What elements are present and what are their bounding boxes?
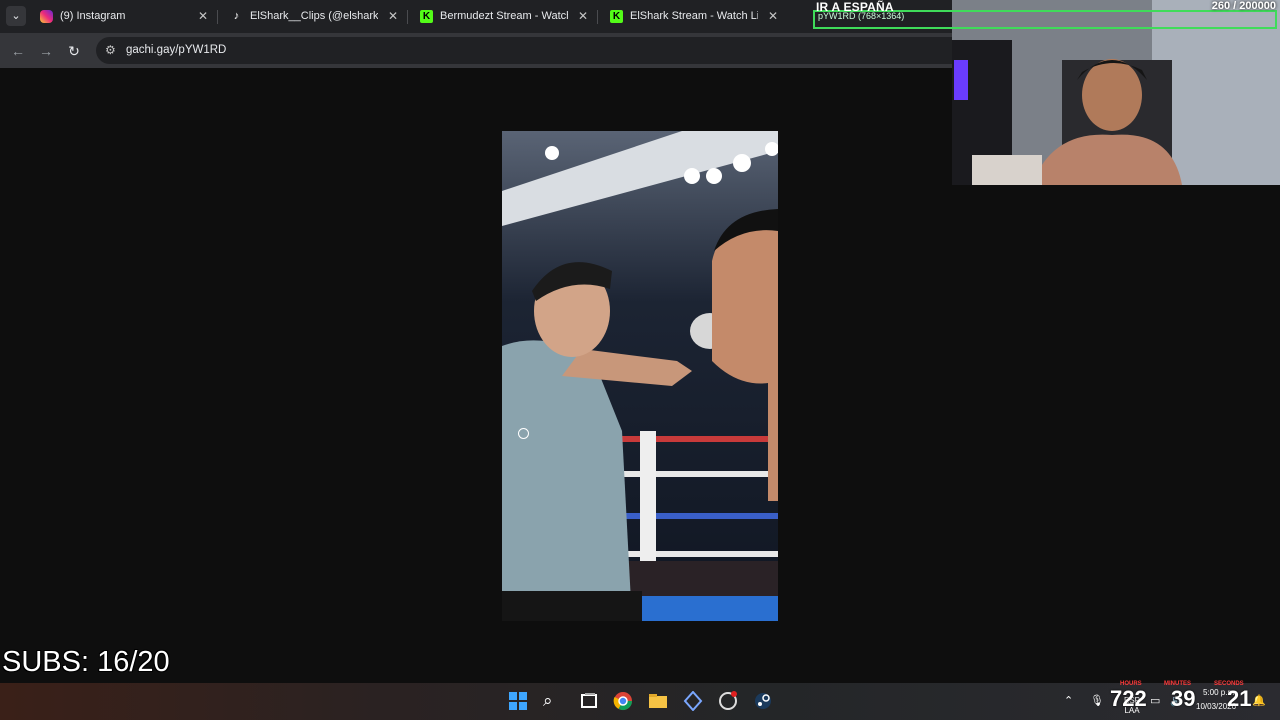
close-tab-icon[interactable]: ✕	[578, 4, 588, 29]
tab-label: Bermudezt Stream - Watch Live	[440, 10, 568, 22]
tab-search-chevron-icon[interactable]: ⌄	[6, 6, 26, 26]
tab-instagram[interactable]: (9) Instagram ✕	[30, 4, 212, 29]
boxing-photo	[502, 131, 778, 621]
tab-elshark-clips[interactable]: ♪ ElShark__Clips (@elshark_clips) ✕	[220, 4, 402, 29]
subs-counter: SUBS: 16/20	[2, 646, 170, 678]
file-explorer-icon[interactable]	[648, 691, 668, 711]
kick-icon: K	[610, 10, 623, 23]
close-tab-icon[interactable]: ✕	[388, 4, 398, 29]
site-settings-icon[interactable]: ⚙	[105, 43, 116, 57]
windows-start-icon[interactable]	[508, 691, 528, 711]
overlay-subtitle: pYW1RD (768×1364)	[818, 11, 905, 21]
forward-arrow-icon[interactable]: →	[36, 41, 56, 61]
timer-minutes: 39	[1171, 686, 1196, 711]
close-tab-icon[interactable]: ✕	[768, 4, 778, 29]
move-cursor-icon	[518, 428, 529, 439]
tray-chevron-icon[interactable]: ⌃	[1064, 683, 1073, 720]
url-text: gachi.gay/pYW1RD	[126, 44, 227, 56]
tab-label: ElShark__Clips (@elshark_clips)	[250, 10, 378, 22]
kick-icon: K	[420, 10, 433, 23]
search-icon[interactable]: ⌕	[543, 691, 563, 711]
tab-bermudezt-stream[interactable]: K Bermudezt Stream - Watch Live ✕	[410, 4, 592, 29]
microphone-icon[interactable]: 🎙	[1090, 683, 1104, 720]
address-bar[interactable]: ⚙ gachi.gay/pYW1RD	[96, 37, 996, 64]
reload-icon[interactable]: ↻	[64, 41, 84, 61]
close-tab-icon[interactable]: ✕	[198, 4, 208, 29]
windows-taskbar: ⌕ ⌃ 🎙 ESP LAA ▭ 🔈 5:00 p.m. 10/03/2026 🔔…	[0, 681, 1280, 720]
steam-icon[interactable]	[753, 691, 773, 711]
tab-label: (9) Instagram	[60, 10, 126, 22]
instagram-icon	[40, 10, 53, 23]
timer-seconds: 21	[1227, 686, 1252, 711]
tab-label: ElShark Stream - Watch Live on	[630, 10, 758, 22]
goal-counter: 260 / 200000	[1211, 0, 1276, 12]
task-view-icon[interactable]	[579, 691, 599, 711]
notifications-icon[interactable]: 🔔	[1252, 683, 1266, 720]
tiktok-icon: ♪	[233, 10, 240, 22]
back-arrow-icon[interactable]: ←	[8, 41, 28, 61]
tab-elshark-stream[interactable]: K ElShark Stream - Watch Live on ✕	[600, 4, 782, 29]
timer-hours: 722	[1110, 686, 1147, 711]
app-diamond-icon[interactable]	[683, 690, 703, 712]
obs-icon[interactable]	[718, 691, 738, 711]
network-icon[interactable]: ▭	[1150, 683, 1160, 720]
chrome-icon[interactable]	[613, 691, 633, 711]
